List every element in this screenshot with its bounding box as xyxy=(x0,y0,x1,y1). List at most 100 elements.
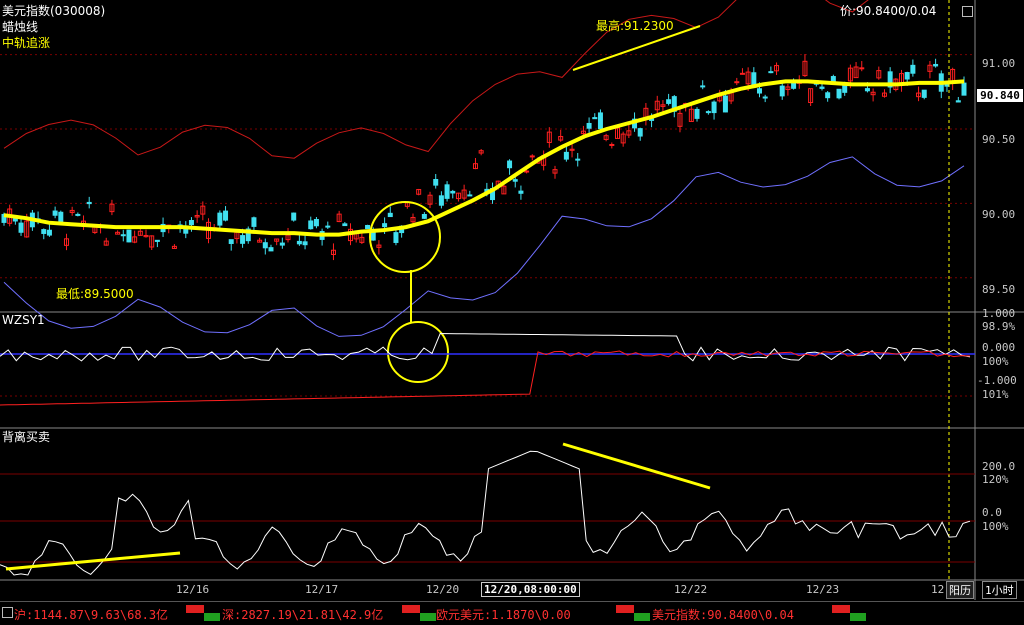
candle-body xyxy=(507,160,513,169)
candle-body xyxy=(933,63,939,67)
candle-body xyxy=(296,240,302,245)
x-tick: 12/22 xyxy=(674,583,708,596)
candle-body xyxy=(609,143,615,146)
candle-body xyxy=(961,82,967,96)
candle-body xyxy=(904,72,910,80)
candle-body xyxy=(41,229,47,234)
panel2-tick: 1.000 xyxy=(982,307,1016,320)
panel2-tick: 100% xyxy=(982,355,1009,368)
candle-body xyxy=(228,239,234,244)
candle-body xyxy=(910,64,916,74)
candle-body xyxy=(154,239,160,242)
period-button[interactable]: 1小时 xyxy=(982,581,1017,599)
candle-body xyxy=(597,112,603,130)
candle-body xyxy=(586,122,592,129)
candle-body xyxy=(592,117,598,120)
x-tick: 12/23 xyxy=(806,583,840,596)
candle-body xyxy=(864,88,870,92)
indicator-candle-label: 蜡烛线 xyxy=(2,20,39,34)
candle-body xyxy=(444,184,450,199)
highlight-circle xyxy=(369,201,441,273)
candle-body xyxy=(58,211,64,223)
x-tick: 12/16 xyxy=(176,583,210,596)
market-icon xyxy=(832,605,866,621)
x-tick: 12 xyxy=(931,583,945,596)
candle-body xyxy=(705,111,711,114)
status-menu-icon[interactable] xyxy=(2,607,13,618)
y-tick: 91.00 xyxy=(982,57,1016,70)
trend-line xyxy=(562,442,711,490)
lower-band-line xyxy=(3,156,965,337)
candle-body xyxy=(711,101,717,114)
candle-body xyxy=(819,86,825,89)
candle-body xyxy=(421,213,427,219)
candle-body xyxy=(387,212,393,218)
candle-body xyxy=(18,222,24,233)
candle-body xyxy=(120,234,126,237)
y-tick: 90.50 xyxy=(982,133,1016,146)
upper-band-line xyxy=(3,0,869,159)
candle-body xyxy=(512,179,518,182)
panel3-tick: 120% xyxy=(982,473,1009,486)
chart-title: 美元指数(030008) xyxy=(2,4,106,18)
candle-body xyxy=(921,89,927,98)
candle-body xyxy=(438,195,444,206)
y-tick: 89.50 xyxy=(982,283,1016,296)
candle-body xyxy=(393,232,399,243)
candle-body xyxy=(12,218,18,222)
candle-body xyxy=(768,71,774,74)
x-tick: 12/17 xyxy=(305,583,339,596)
candle-body xyxy=(86,201,92,205)
candle-body xyxy=(700,85,706,88)
candle-body xyxy=(268,247,274,252)
candle-body xyxy=(722,95,728,113)
candle-body xyxy=(836,88,842,99)
low-annotation: 最低:89.5000 xyxy=(56,287,134,301)
candle-body xyxy=(825,92,831,99)
candle-body xyxy=(757,88,763,94)
candle-body xyxy=(370,231,376,241)
candle-body xyxy=(944,84,950,87)
current-price-tag: 90.840 xyxy=(977,89,1023,102)
highlight-circle xyxy=(387,321,449,383)
candle-body xyxy=(433,179,439,186)
candle-body xyxy=(291,212,297,221)
wzsy1-red-line xyxy=(0,350,971,406)
candle-body xyxy=(342,223,348,227)
candle-body xyxy=(529,155,535,158)
candle-body xyxy=(450,190,456,194)
high-annotation: 最高:91.2300 xyxy=(596,19,674,33)
crosshair-time-label: 12/20,08:00:00 xyxy=(481,582,580,597)
candle-body xyxy=(279,242,285,246)
window-control-icon[interactable] xyxy=(962,6,973,17)
candle-body xyxy=(694,108,700,119)
candle-body xyxy=(302,241,308,246)
indicator-ma-label: 中轨追涨 xyxy=(2,36,51,50)
panel2-tick: -1.000 xyxy=(977,374,1017,387)
market-icon xyxy=(616,605,650,621)
candle-body xyxy=(46,229,52,236)
price-readout: 价:90.8400/0.04 xyxy=(840,4,937,18)
candle-body xyxy=(739,72,745,75)
calendar-button[interactable]: 阳历 xyxy=(946,581,974,599)
candle-body xyxy=(188,220,194,226)
status-dxy: 美元指数:90.8400\0.04 xyxy=(652,608,794,622)
panel2-tick: 0.000 xyxy=(982,341,1016,354)
candle-body xyxy=(52,210,58,216)
candle-body xyxy=(308,220,314,230)
x-tick: 12/20 xyxy=(426,583,460,596)
market-icon xyxy=(402,605,436,621)
status-sh-index: 沪:1144.87\9.63\68.3亿 xyxy=(14,608,169,622)
chart-window[interactable]: 美元指数(030008) 蜡烛线 中轨追涨 价:90.8400/0.04 最高:… xyxy=(0,0,1024,625)
chart-canvas[interactable] xyxy=(0,0,1024,600)
candle-body xyxy=(251,217,257,227)
candle-body xyxy=(382,223,388,228)
panel2-tick: 98.9% xyxy=(982,320,1016,333)
y-tick: 90.00 xyxy=(982,208,1016,221)
candle-body xyxy=(524,170,530,173)
candle-body xyxy=(734,81,740,84)
candle-body xyxy=(779,85,785,97)
panel3-tick: 200.0 xyxy=(982,460,1016,473)
market-icon xyxy=(186,605,220,621)
candle-body xyxy=(240,235,246,244)
